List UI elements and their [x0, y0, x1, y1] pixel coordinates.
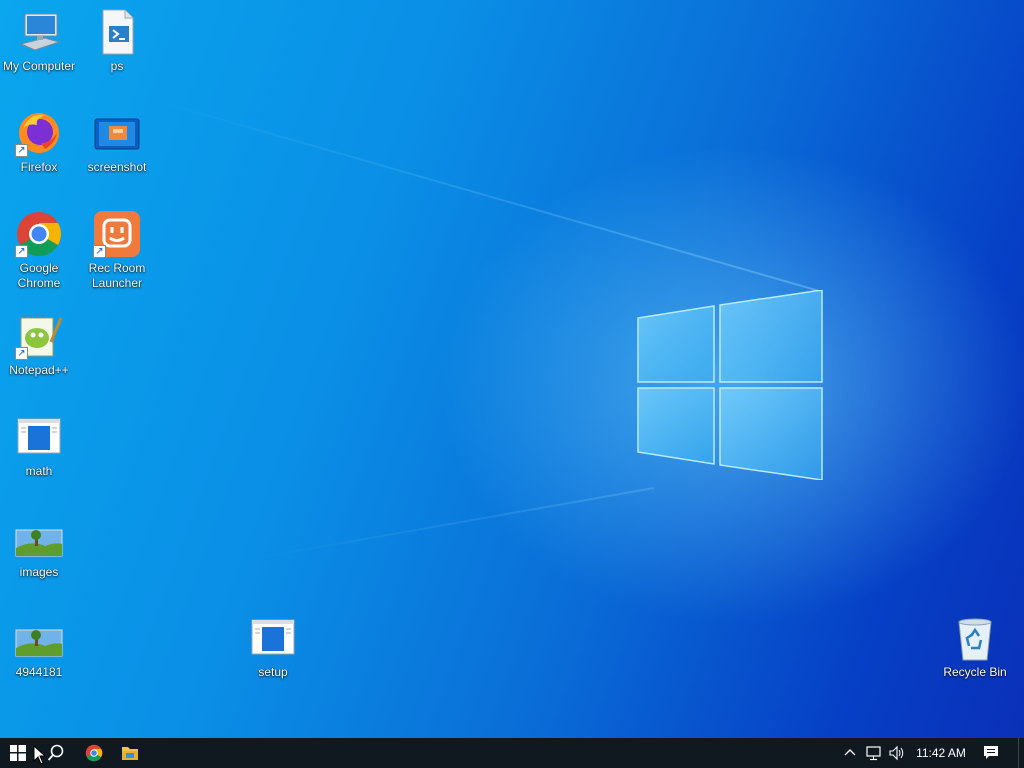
chevron-up-icon[interactable]	[842, 745, 858, 761]
light-beam	[149, 98, 823, 293]
icon-label: images	[19, 565, 59, 579]
icon-label: Notepad++	[9, 363, 69, 377]
windows-wallpaper-logo	[637, 290, 823, 480]
recycle-bin-icon	[951, 614, 999, 662]
desktop: My Computer ps ↗ Firefox screenshot ↗ Go…	[0, 0, 1024, 738]
start-button[interactable]	[0, 738, 36, 768]
chrome-icon	[85, 744, 103, 762]
icon-label: Recycle Bin	[943, 665, 1007, 679]
icon-label: Google Chrome	[17, 261, 61, 290]
icon-label: Rec Room Launcher	[88, 261, 146, 290]
light-beam	[240, 487, 654, 562]
shortcut-arrow-icon: ↗	[15, 347, 28, 360]
desktop-icon-notepad-plus-plus[interactable]: ↗ Notepad++	[0, 312, 78, 378]
icon-label: ps	[110, 59, 124, 73]
taskbar-chrome-button[interactable]	[76, 738, 112, 768]
icon-label: math	[25, 464, 53, 478]
computer-icon	[15, 8, 63, 56]
taskbar: 11:42 AM	[0, 738, 1024, 768]
desktop-icon-ps[interactable]: ps	[78, 8, 156, 74]
clock[interactable]: 11:42 AM	[910, 738, 972, 768]
desktop-icon-screenshot[interactable]: screenshot	[78, 109, 156, 175]
search-icon	[47, 744, 64, 761]
file-explorer-icon	[122, 747, 138, 760]
icon-label: My Computer	[2, 59, 76, 73]
app-window-icon	[249, 614, 297, 662]
shortcut-arrow-icon: ↗	[15, 245, 28, 258]
landscape-image-icon	[15, 614, 63, 662]
firefox-icon: ↗	[15, 109, 63, 157]
network-icon[interactable]	[866, 745, 882, 761]
notepad-plus-plus-icon: ↗	[15, 312, 63, 360]
desktop-icon-images[interactable]: images	[0, 514, 78, 580]
shortcut-arrow-icon: ↗	[93, 245, 106, 258]
desktop-icon-my-computer[interactable]: My Computer	[0, 8, 78, 74]
screenshot-image-icon	[93, 109, 141, 157]
landscape-image-icon	[15, 514, 63, 562]
speaker-icon[interactable]	[889, 745, 905, 761]
desktop-icon-4944181[interactable]: 4944181	[0, 614, 78, 680]
mouse-cursor-icon	[33, 745, 45, 765]
show-desktop-button[interactable]	[1018, 738, 1024, 768]
icon-label: 4944181	[15, 665, 63, 679]
shortcut-arrow-icon: ↗	[15, 144, 28, 157]
powershell-file-icon	[93, 8, 141, 56]
desktop-icon-firefox[interactable]: ↗ Firefox	[0, 109, 78, 175]
desktop-icon-google-chrome[interactable]: ↗ Google Chrome	[0, 210, 78, 291]
taskbar-file-explorer-button[interactable]	[112, 738, 148, 768]
desktop-icon-rec-room-launcher[interactable]: ↗ Rec Room Launcher	[78, 210, 156, 291]
chrome-icon: ↗	[15, 210, 63, 258]
action-center-icon[interactable]	[983, 745, 999, 761]
app-window-icon	[15, 413, 63, 461]
rec-room-icon: ↗	[93, 210, 141, 258]
icon-label: screenshot	[87, 160, 147, 174]
desktop-icon-setup[interactable]: setup	[234, 614, 312, 680]
desktop-icon-recycle-bin[interactable]: Recycle Bin	[936, 614, 1014, 680]
icon-label: Firefox	[20, 160, 58, 174]
desktop-icon-math[interactable]: math	[0, 413, 78, 479]
icon-label: setup	[258, 665, 288, 679]
windows-start-icon	[10, 745, 26, 761]
